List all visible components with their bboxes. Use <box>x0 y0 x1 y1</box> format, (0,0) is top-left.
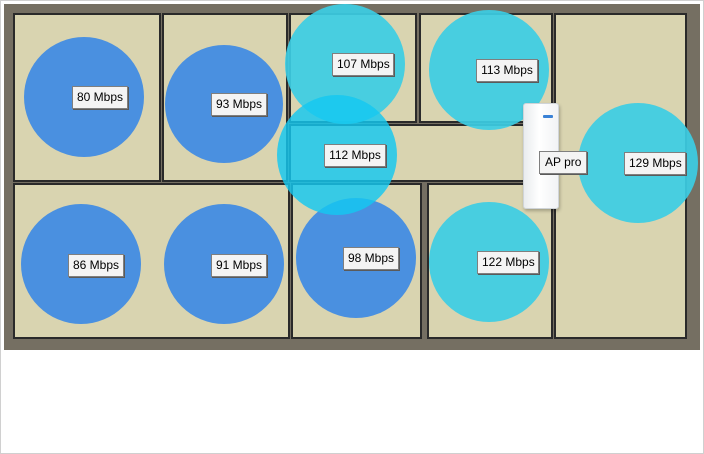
access-point-label: AP pro <box>539 151 588 174</box>
diagram-frame: 80 Mbps 93 Mbps 107 Mbps 113 Mbps 112 Mb… <box>0 0 704 454</box>
status-led-icon <box>543 115 553 118</box>
speed-label: 91 Mbps <box>211 254 267 277</box>
speed-label: 93 Mbps <box>211 93 267 116</box>
speed-label: 129 Mbps <box>624 152 686 175</box>
speed-label: 80 Mbps <box>72 86 128 109</box>
speed-label: 107 Mbps <box>332 53 394 76</box>
speed-label: 86 Mbps <box>68 254 124 277</box>
speed-label: 113 Mbps <box>476 59 538 82</box>
speed-label: 122 Mbps <box>477 251 539 274</box>
speed-label: 98 Mbps <box>343 247 399 270</box>
speed-label: 112 Mbps <box>324 144 386 167</box>
